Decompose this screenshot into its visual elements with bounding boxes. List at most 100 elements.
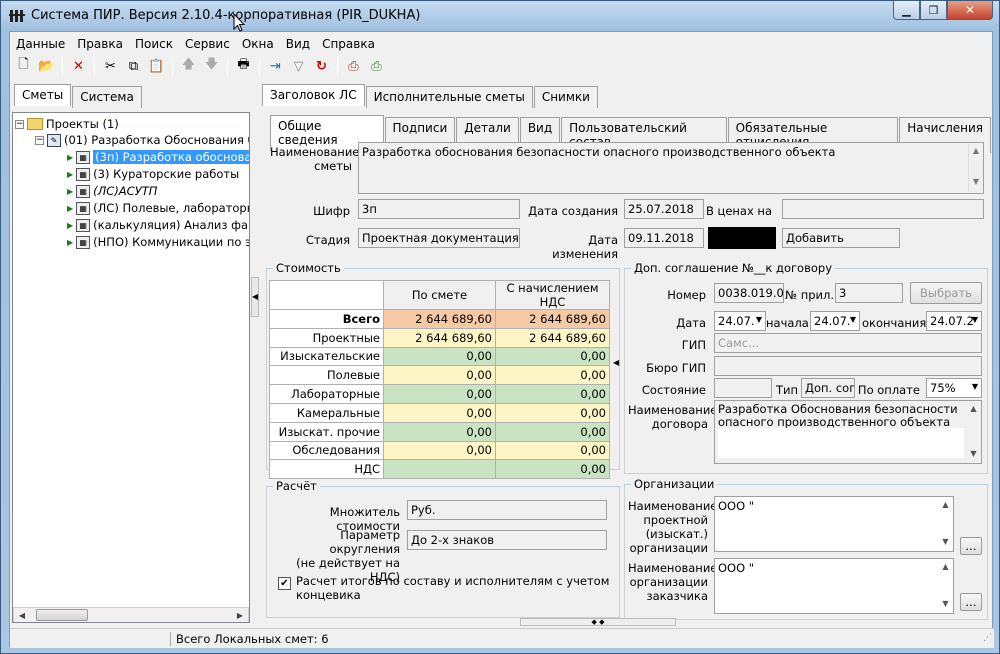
minimize-button[interactable]: ▁ xyxy=(893,1,920,20)
open-folder-icon[interactable]: 📂 xyxy=(35,55,58,77)
gip-field[interactable]: Самс... xyxy=(714,333,982,353)
arrow-icon: ▶ xyxy=(67,237,74,247)
splitter-arrow-icon[interactable]: ◀ xyxy=(613,358,621,382)
design-org-field[interactable]: ООО " xyxy=(714,496,954,552)
tree-item-estimate[interactable]: ▶ ▦ (калькуляция) Анализ факти xyxy=(67,217,249,233)
state-field[interactable] xyxy=(714,378,772,398)
export-icon[interactable]: ⎙ xyxy=(342,55,365,77)
bottom-splitter[interactable]: ◆ ◆ xyxy=(520,618,676,626)
status-text: Всего Локальных смет: 6 xyxy=(176,632,329,646)
created-date-field[interactable]: 25.07.2018 xyxy=(624,199,704,219)
table-row[interactable]: Лабораторные 0,00 0,00 xyxy=(269,384,610,404)
menu-help[interactable]: Справка xyxy=(316,34,381,54)
new-document-icon[interactable]: 🗋 xyxy=(12,55,35,77)
table-row[interactable]: Изыскательские 0,00 0,00 xyxy=(269,346,610,367)
folder-icon xyxy=(27,118,43,130)
start-date-combo[interactable]: 24.07. xyxy=(810,311,860,331)
design-org-scrollbar[interactable]: ▲ ▼ xyxy=(938,498,953,550)
menu-view[interactable]: Вид xyxy=(280,34,316,54)
customer-org-field[interactable]: ООО " xyxy=(714,558,954,614)
maximize-button[interactable]: ❐ xyxy=(920,1,947,20)
modified-date-label: Дата изменения xyxy=(552,233,618,261)
print-icon[interactable]: 🖶 xyxy=(232,55,255,77)
menu-windows[interactable]: Окна xyxy=(236,34,280,54)
table-row[interactable]: Полевые 0,00 0,00 xyxy=(269,365,610,386)
refresh-icon[interactable]: ↻ xyxy=(310,55,333,77)
estimate-name-field[interactable]: Разработка обоснования безопасности опас… xyxy=(358,142,984,194)
copy-icon[interactable]: ⧉ xyxy=(122,55,145,77)
date-combo[interactable]: 24.07. xyxy=(714,311,766,331)
collapse-icon[interactable]: − xyxy=(35,135,44,145)
delete-icon[interactable]: ✕ xyxy=(67,55,90,77)
multiplier-field[interactable]: Руб. xyxy=(407,500,607,520)
stage-label: Стадия xyxy=(305,233,350,247)
resize-grip-icon[interactable]: ⋰ xyxy=(983,633,992,643)
number-field[interactable]: 0038.019.00 xyxy=(714,283,784,303)
table-row[interactable]: Проектные 2 644 689,60 2 644 689,60 xyxy=(269,327,610,348)
payment-combo[interactable]: 75% xyxy=(926,378,982,398)
table-row[interactable]: Изыскат. прочие 0,00 0,00 xyxy=(269,421,610,442)
arrow-icon: ▶ xyxy=(67,169,74,179)
estimate-icon: ▦ xyxy=(76,167,91,181)
navigate-icon[interactable]: ⇥ xyxy=(264,55,287,77)
contract-name-label: Наименование договора xyxy=(628,403,718,431)
paste-icon[interactable]: 📋 xyxy=(145,55,168,77)
prices-field[interactable] xyxy=(782,199,984,219)
menu-service[interactable]: Сервис xyxy=(179,34,236,54)
filter-icon[interactable]: ▽ xyxy=(287,55,310,77)
estimate-icon: ▦ xyxy=(76,184,91,198)
tab-header[interactable]: Заголовок ЛС xyxy=(262,84,365,106)
tree-item-estimate[interactable]: ▶ ▦ (НПО) Коммуникации по экс xyxy=(67,234,249,250)
table-header-row: По смете С начислением НДС xyxy=(269,280,610,310)
stage-field[interactable]: Проектная документация xyxy=(358,228,520,248)
app-window: Система ПИР. Версия 2.10.4-корпоративная… xyxy=(0,0,1000,654)
tab-executive[interactable]: Исполнительные сметы xyxy=(365,86,533,108)
tree-hscrollbar[interactable]: ◀ ▶ xyxy=(13,607,249,622)
tree-item-estimate[interactable]: ▶ ▦ (3) Кураторские работы xyxy=(67,166,239,182)
table-row[interactable]: Камеральные 0,00 0,00 xyxy=(269,402,610,423)
scroll-thumb[interactable] xyxy=(36,609,88,621)
tree-item-estimate[interactable]: ▶ ▦ (ЛС)АСУТП xyxy=(67,183,157,199)
menu-search[interactable]: Поиск xyxy=(129,34,179,54)
add-field[interactable]: Добавить xyxy=(782,228,900,248)
design-org-browse-button[interactable]: ... xyxy=(960,537,982,555)
choose-button[interactable]: Выбрать xyxy=(910,282,982,304)
table-row[interactable]: НДС 0,00 xyxy=(269,459,610,480)
end-date-combo[interactable]: 24.07.2 xyxy=(926,311,982,331)
contract-scrollbar[interactable]: ▲ ▼ xyxy=(966,402,981,462)
tab-system[interactable]: Система xyxy=(72,86,142,108)
type-field[interactable]: Доп. согл xyxy=(801,378,855,398)
scroll-left-icon[interactable]: ◀ xyxy=(14,608,30,622)
rounding-field[interactable]: До 2-х знаков xyxy=(407,530,607,550)
totals-checkbox[interactable]: ✔ xyxy=(278,577,291,590)
tree-item-project[interactable]: − ✎ (01) Разработка Обоснования б xyxy=(35,132,249,148)
import-icon[interactable]: ⎙ xyxy=(365,55,388,77)
name-scrollbar[interactable]: ▲ ▼ xyxy=(968,144,983,192)
cut-icon[interactable]: ✂ xyxy=(99,55,122,77)
tree-item-estimate[interactable]: ▶ ▦ (ЛС) Полевые, лабораторны xyxy=(67,200,249,216)
tree-item-projects[interactable]: − Проекты (1) xyxy=(15,116,119,132)
scroll-right-icon[interactable]: ▶ xyxy=(232,608,248,622)
estimate-icon: ▦ xyxy=(76,235,91,249)
appendix-field[interactable]: 3 xyxy=(835,283,903,303)
end-label: окончания xyxy=(862,316,927,330)
tree-item-estimate-selected[interactable]: ▶ ▦ (3п) Разработка обосновани xyxy=(67,149,249,165)
status-bar: Всего Локальных смет: 6 ⋰ xyxy=(10,628,994,648)
customer-org-browse-button[interactable]: ... xyxy=(960,593,982,611)
menu-data[interactable]: Данные xyxy=(10,34,71,54)
customer-org-scrollbar[interactable]: ▲ ▼ xyxy=(938,560,953,612)
code-field[interactable]: 3п xyxy=(358,199,520,219)
modified-date-field[interactable]: 09.11.2018 xyxy=(624,228,704,248)
tab-estimates[interactable]: Сметы xyxy=(14,84,72,106)
tab-snapshots[interactable]: Снимки xyxy=(533,86,598,108)
table-row[interactable]: Всего 2 644 689,60 2 644 689,60 xyxy=(269,309,610,329)
move-up-icon[interactable]: 🡅 xyxy=(177,55,200,77)
title-bar[interactable]: Система ПИР. Версия 2.10.4-корпоративная… xyxy=(1,1,999,31)
menu-edit[interactable]: Правка xyxy=(71,34,129,54)
bureau-gip-field[interactable] xyxy=(714,356,982,376)
move-down-icon[interactable]: 🡇 xyxy=(200,55,223,77)
collapse-icon[interactable]: − xyxy=(15,119,24,129)
table-row[interactable]: Обследования 0,00 0,00 xyxy=(269,440,610,461)
splitter-handle[interactable]: ◀ xyxy=(251,277,259,317)
close-button[interactable]: ✕ xyxy=(947,1,993,20)
